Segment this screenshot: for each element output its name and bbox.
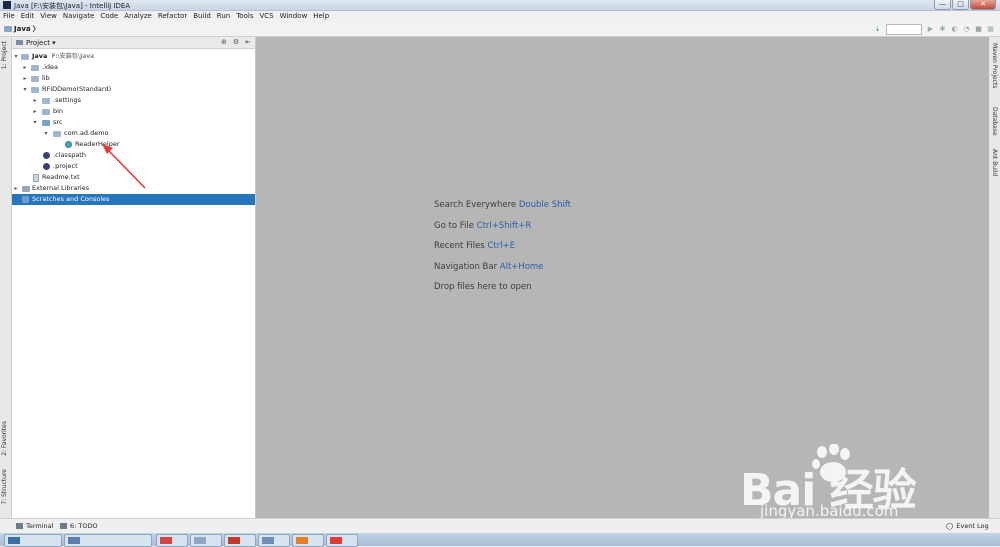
tab-project[interactable]: 1: Project — [1, 41, 8, 69]
menu-run[interactable]: Run — [214, 11, 233, 22]
menu-vcs[interactable]: VCS — [256, 11, 276, 22]
title-bar: Java [F:\安装包\Java] - IntelliJ IDEA — □ ✕ — [0, 0, 1000, 11]
event-log-icon: ◯ — [946, 522, 954, 530]
editor-hints: Search Everywhere Double Shift Go to Fil… — [434, 200, 571, 303]
os-taskbar — [0, 533, 1000, 547]
todo-tab[interactable]: 6: TODO — [60, 522, 98, 530]
menu-window[interactable]: Window — [277, 11, 311, 22]
shortcut: Ctrl+Shift+R — [476, 220, 532, 231]
taskbar-app[interactable] — [292, 534, 324, 547]
debug-icon[interactable]: ✱ — [939, 26, 946, 33]
status-bar: Terminal 6: TODO ◯ Event Log — [0, 518, 1000, 533]
menu-tools[interactable]: Tools — [233, 11, 256, 22]
chevron-right-icon: 〉 — [32, 25, 40, 33]
profile-icon[interactable]: ◔ — [963, 26, 970, 33]
menu-edit[interactable]: Edit — [18, 11, 38, 22]
stop-icon[interactable]: ■ — [975, 26, 982, 33]
taskbar-app[interactable] — [156, 534, 188, 547]
shortcut: Double Shift — [518, 200, 572, 210]
menu-view[interactable]: View — [37, 11, 60, 22]
terminal-tab[interactable]: Terminal — [16, 522, 53, 530]
taskbar-app[interactable] — [258, 534, 290, 547]
shortcut: Alt+Home — [499, 261, 544, 272]
tab-database[interactable]: Database — [991, 107, 998, 136]
menu-build[interactable]: Build — [190, 11, 214, 22]
menu-analyze[interactable]: Analyze — [121, 11, 155, 22]
close-button[interactable]: ✕ — [970, 0, 996, 10]
menu-help[interactable]: Help — [310, 11, 332, 22]
folder-icon — [4, 26, 12, 32]
window-controls: — □ ✕ — [934, 0, 996, 10]
menu-navigate[interactable]: Navigate — [60, 11, 97, 22]
project-structure-icon[interactable]: ▦ — [987, 26, 994, 33]
hint-recent-files: Recent Files Ctrl+E — [434, 241, 516, 251]
event-log-tab[interactable]: ◯ Event Log — [946, 522, 989, 530]
run-toolbar: ⇣ ▶ ✱ ◐ ◔ ■ ▦ — [874, 24, 994, 35]
tab-maven-projects[interactable]: Maven Projects — [991, 43, 998, 88]
run-icon[interactable]: ▶ — [927, 26, 934, 33]
annotation-arrow — [102, 144, 146, 189]
baidu-watermark: Bai 经验 jingyan.baidu.com — [740, 438, 960, 528]
window-title: Java [F:\安装包\Java] - IntelliJ IDEA — [14, 2, 131, 10]
menu-code[interactable]: Code — [97, 11, 121, 22]
maximize-button[interactable]: □ — [952, 0, 969, 10]
minimize-button[interactable]: — — [934, 0, 951, 10]
left-tool-strip: 1: Project 2: Favorites 7: Structure — [0, 37, 12, 518]
hint-drop-files: Drop files here to open — [434, 282, 532, 292]
intellij-logo-icon — [3, 1, 11, 9]
menu-refactor[interactable]: Refactor — [155, 11, 190, 22]
menu-bar: File Edit View Navigate Code Analyze Ref… — [0, 11, 1000, 22]
tab-ant-build[interactable]: Ant Build — [991, 149, 998, 176]
project-panel: Project ▾ ⊕ ⚙ ⇤ ▾ Java F:\安装包\Java ▸ .ide… — [12, 37, 256, 518]
build-icon[interactable]: ⇣ — [874, 26, 881, 33]
tab-structure[interactable]: 7: Structure — [1, 469, 8, 505]
navigation-toolbar: Java 〉 ⇣ ▶ ✱ ◐ ◔ ■ ▦ — [0, 22, 1000, 37]
terminal-icon — [16, 523, 23, 529]
taskbar-app[interactable] — [326, 534, 358, 547]
right-tool-strip: Maven Projects Database Ant Build — [988, 37, 1000, 518]
taskbar-app[interactable] — [224, 534, 256, 547]
coverage-icon[interactable]: ◐ — [951, 26, 958, 33]
taskbar-app[interactable] — [190, 534, 222, 547]
todo-icon — [60, 523, 67, 529]
hint-go-to-file: Go to File Ctrl+Shift+R — [434, 220, 532, 231]
breadcrumb-project[interactable]: Java — [14, 25, 31, 33]
taskbar-app[interactable] — [4, 534, 62, 547]
run-configuration-select[interactable] — [886, 24, 922, 35]
hint-search-everywhere: Search Everywhere Double Shift — [434, 200, 572, 210]
taskbar-app[interactable] — [64, 534, 152, 547]
shortcut: Ctrl+E — [487, 241, 516, 251]
menu-file[interactable]: File — [0, 11, 18, 22]
hint-navigation-bar: Navigation Bar Alt+Home — [434, 261, 544, 272]
tab-favorites[interactable]: 2: Favorites — [1, 421, 8, 456]
breadcrumb[interactable]: Java 〉 — [4, 24, 40, 34]
